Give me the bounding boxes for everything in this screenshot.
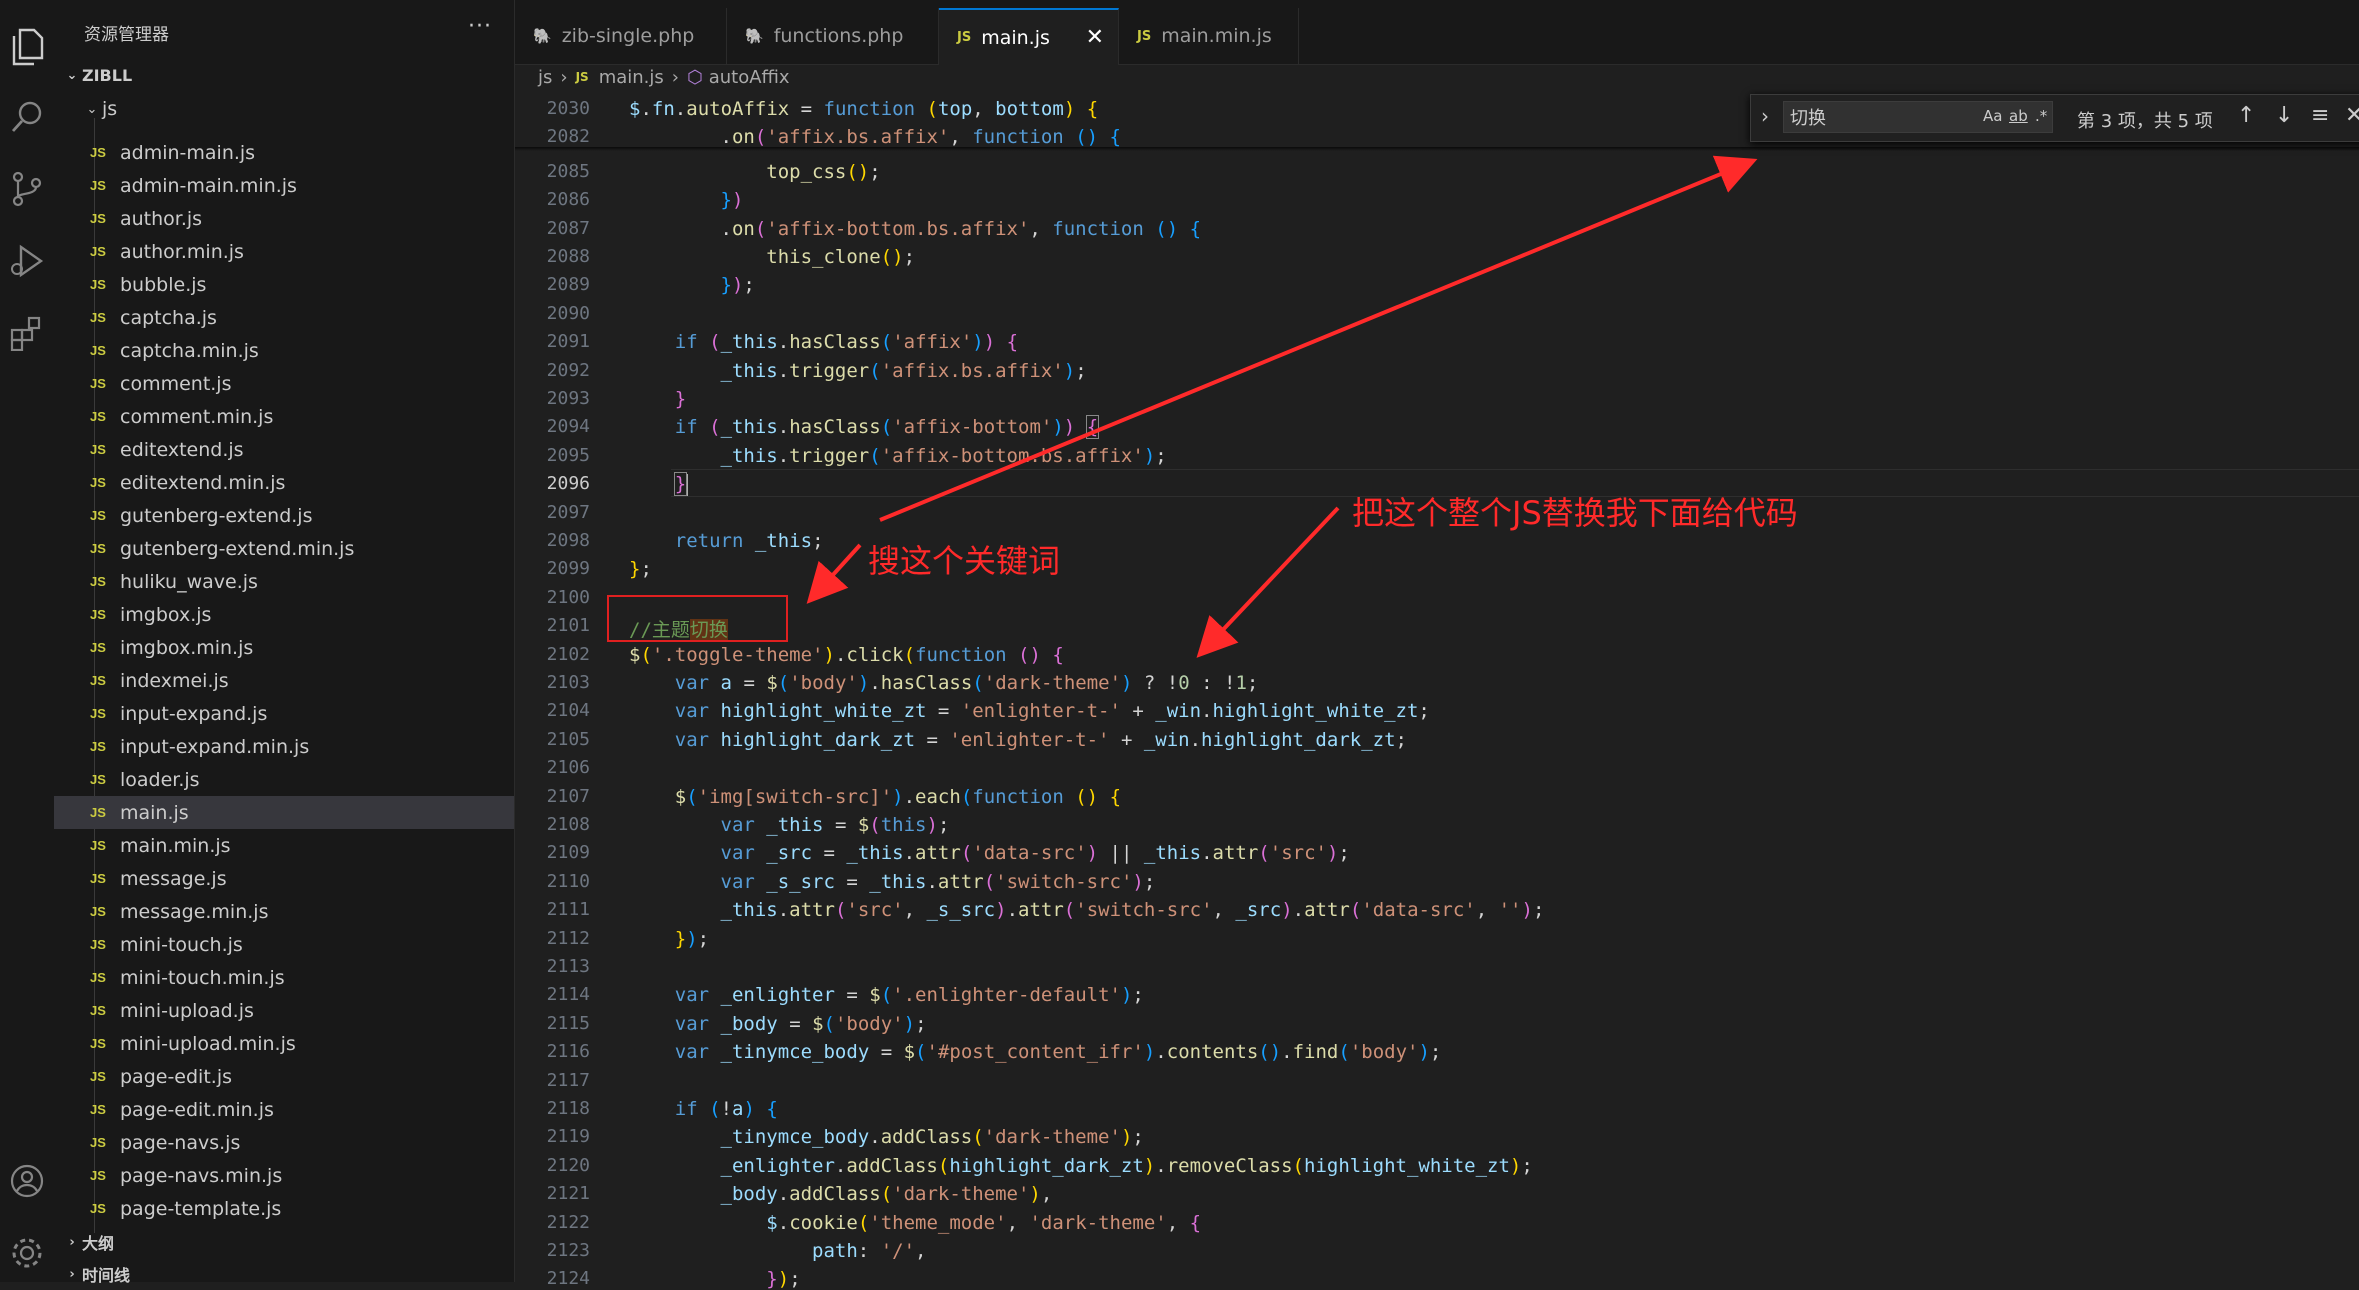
search-hint-label: 搜这个关键词 [868, 542, 1061, 580]
keyword-highlight-box [607, 595, 788, 642]
replace-hint-label: 把这个整个JS替换我下面给代码 [1352, 494, 1798, 532]
arrow-to-keyword [806, 543, 862, 604]
annotation-arrows [806, 155, 1758, 658]
arrow-to-code-block [1196, 506, 1340, 658]
arrow-to-find-widget [879, 155, 1758, 522]
